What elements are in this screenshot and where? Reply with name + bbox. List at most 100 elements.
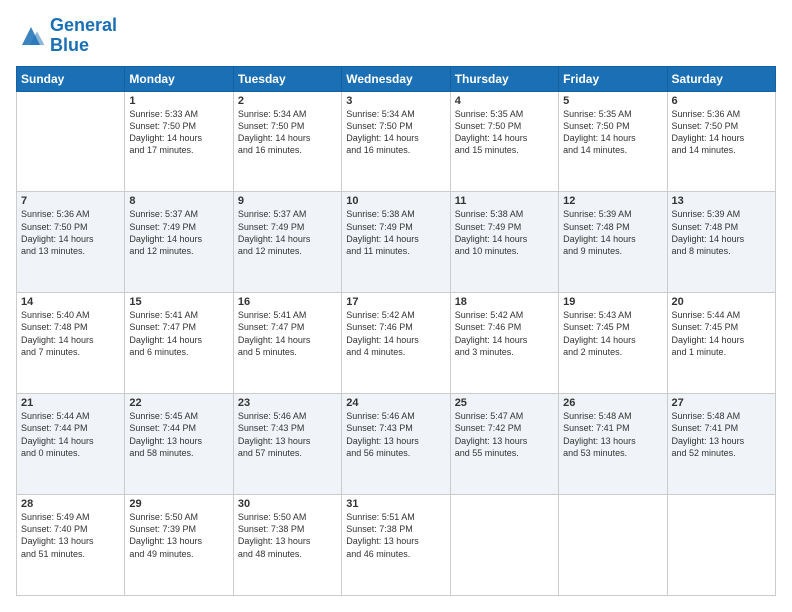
day-number: 31 bbox=[346, 498, 445, 510]
day-info: Sunrise: 5:35 AM Sunset: 7:50 PM Dayligh… bbox=[563, 108, 662, 157]
day-info: Sunrise: 5:37 AM Sunset: 7:49 PM Dayligh… bbox=[238, 208, 337, 257]
calendar-cell: 15Sunrise: 5:41 AM Sunset: 7:47 PM Dayli… bbox=[125, 293, 233, 394]
day-number: 11 bbox=[455, 195, 554, 207]
calendar-cell: 29Sunrise: 5:50 AM Sunset: 7:39 PM Dayli… bbox=[125, 495, 233, 596]
day-info: Sunrise: 5:36 AM Sunset: 7:50 PM Dayligh… bbox=[672, 108, 771, 157]
day-info: Sunrise: 5:42 AM Sunset: 7:46 PM Dayligh… bbox=[455, 309, 554, 358]
calendar-cell: 13Sunrise: 5:39 AM Sunset: 7:48 PM Dayli… bbox=[667, 192, 775, 293]
calendar-cell: 27Sunrise: 5:48 AM Sunset: 7:41 PM Dayli… bbox=[667, 394, 775, 495]
day-number: 6 bbox=[672, 95, 771, 107]
calendar-day-header: Friday bbox=[559, 66, 667, 91]
day-info: Sunrise: 5:39 AM Sunset: 7:48 PM Dayligh… bbox=[563, 208, 662, 257]
day-info: Sunrise: 5:37 AM Sunset: 7:49 PM Dayligh… bbox=[129, 208, 228, 257]
day-number: 22 bbox=[129, 397, 228, 409]
calendar-cell: 7Sunrise: 5:36 AM Sunset: 7:50 PM Daylig… bbox=[17, 192, 125, 293]
calendar-week-row: 7Sunrise: 5:36 AM Sunset: 7:50 PM Daylig… bbox=[17, 192, 776, 293]
page: General Blue SundayMondayTuesdayWednesda… bbox=[0, 0, 792, 612]
day-number: 16 bbox=[238, 296, 337, 308]
calendar-cell: 3Sunrise: 5:34 AM Sunset: 7:50 PM Daylig… bbox=[342, 91, 450, 192]
calendar-cell: 21Sunrise: 5:44 AM Sunset: 7:44 PM Dayli… bbox=[17, 394, 125, 495]
calendar-cell: 12Sunrise: 5:39 AM Sunset: 7:48 PM Dayli… bbox=[559, 192, 667, 293]
calendar-cell: 1Sunrise: 5:33 AM Sunset: 7:50 PM Daylig… bbox=[125, 91, 233, 192]
day-number: 25 bbox=[455, 397, 554, 409]
calendar-day-header: Saturday bbox=[667, 66, 775, 91]
calendar-cell: 26Sunrise: 5:48 AM Sunset: 7:41 PM Dayli… bbox=[559, 394, 667, 495]
calendar-cell: 2Sunrise: 5:34 AM Sunset: 7:50 PM Daylig… bbox=[233, 91, 341, 192]
calendar-day-header: Monday bbox=[125, 66, 233, 91]
day-info: Sunrise: 5:44 AM Sunset: 7:44 PM Dayligh… bbox=[21, 410, 120, 459]
calendar-cell bbox=[559, 495, 667, 596]
calendar-table: SundayMondayTuesdayWednesdayThursdayFrid… bbox=[16, 66, 776, 596]
day-info: Sunrise: 5:43 AM Sunset: 7:45 PM Dayligh… bbox=[563, 309, 662, 358]
day-info: Sunrise: 5:46 AM Sunset: 7:43 PM Dayligh… bbox=[238, 410, 337, 459]
day-info: Sunrise: 5:50 AM Sunset: 7:39 PM Dayligh… bbox=[129, 511, 228, 560]
calendar-header-row: SundayMondayTuesdayWednesdayThursdayFrid… bbox=[17, 66, 776, 91]
calendar-day-header: Wednesday bbox=[342, 66, 450, 91]
calendar-week-row: 1Sunrise: 5:33 AM Sunset: 7:50 PM Daylig… bbox=[17, 91, 776, 192]
calendar-cell: 18Sunrise: 5:42 AM Sunset: 7:46 PM Dayli… bbox=[450, 293, 558, 394]
day-info: Sunrise: 5:33 AM Sunset: 7:50 PM Dayligh… bbox=[129, 108, 228, 157]
day-info: Sunrise: 5:42 AM Sunset: 7:46 PM Dayligh… bbox=[346, 309, 445, 358]
day-number: 9 bbox=[238, 195, 337, 207]
day-number: 13 bbox=[672, 195, 771, 207]
calendar-cell: 30Sunrise: 5:50 AM Sunset: 7:38 PM Dayli… bbox=[233, 495, 341, 596]
calendar-cell: 10Sunrise: 5:38 AM Sunset: 7:49 PM Dayli… bbox=[342, 192, 450, 293]
calendar-cell: 28Sunrise: 5:49 AM Sunset: 7:40 PM Dayli… bbox=[17, 495, 125, 596]
day-info: Sunrise: 5:41 AM Sunset: 7:47 PM Dayligh… bbox=[129, 309, 228, 358]
day-number: 3 bbox=[346, 95, 445, 107]
day-number: 12 bbox=[563, 195, 662, 207]
day-info: Sunrise: 5:40 AM Sunset: 7:48 PM Dayligh… bbox=[21, 309, 120, 358]
day-number: 26 bbox=[563, 397, 662, 409]
day-info: Sunrise: 5:36 AM Sunset: 7:50 PM Dayligh… bbox=[21, 208, 120, 257]
day-info: Sunrise: 5:45 AM Sunset: 7:44 PM Dayligh… bbox=[129, 410, 228, 459]
day-number: 30 bbox=[238, 498, 337, 510]
calendar-cell: 6Sunrise: 5:36 AM Sunset: 7:50 PM Daylig… bbox=[667, 91, 775, 192]
calendar-cell: 9Sunrise: 5:37 AM Sunset: 7:49 PM Daylig… bbox=[233, 192, 341, 293]
day-info: Sunrise: 5:50 AM Sunset: 7:38 PM Dayligh… bbox=[238, 511, 337, 560]
day-info: Sunrise: 5:34 AM Sunset: 7:50 PM Dayligh… bbox=[238, 108, 337, 157]
day-info: Sunrise: 5:39 AM Sunset: 7:48 PM Dayligh… bbox=[672, 208, 771, 257]
day-info: Sunrise: 5:35 AM Sunset: 7:50 PM Dayligh… bbox=[455, 108, 554, 157]
day-number: 5 bbox=[563, 95, 662, 107]
day-number: 1 bbox=[129, 95, 228, 107]
day-number: 27 bbox=[672, 397, 771, 409]
day-number: 29 bbox=[129, 498, 228, 510]
calendar-cell bbox=[450, 495, 558, 596]
day-number: 17 bbox=[346, 296, 445, 308]
day-info: Sunrise: 5:41 AM Sunset: 7:47 PM Dayligh… bbox=[238, 309, 337, 358]
day-info: Sunrise: 5:34 AM Sunset: 7:50 PM Dayligh… bbox=[346, 108, 445, 157]
calendar-day-header: Sunday bbox=[17, 66, 125, 91]
calendar-cell: 24Sunrise: 5:46 AM Sunset: 7:43 PM Dayli… bbox=[342, 394, 450, 495]
day-number: 19 bbox=[563, 296, 662, 308]
day-number: 18 bbox=[455, 296, 554, 308]
calendar-cell: 23Sunrise: 5:46 AM Sunset: 7:43 PM Dayli… bbox=[233, 394, 341, 495]
calendar-cell: 16Sunrise: 5:41 AM Sunset: 7:47 PM Dayli… bbox=[233, 293, 341, 394]
day-info: Sunrise: 5:48 AM Sunset: 7:41 PM Dayligh… bbox=[563, 410, 662, 459]
calendar-cell: 25Sunrise: 5:47 AM Sunset: 7:42 PM Dayli… bbox=[450, 394, 558, 495]
day-info: Sunrise: 5:51 AM Sunset: 7:38 PM Dayligh… bbox=[346, 511, 445, 560]
calendar-cell: 4Sunrise: 5:35 AM Sunset: 7:50 PM Daylig… bbox=[450, 91, 558, 192]
day-number: 2 bbox=[238, 95, 337, 107]
day-number: 15 bbox=[129, 296, 228, 308]
day-number: 23 bbox=[238, 397, 337, 409]
calendar-week-row: 14Sunrise: 5:40 AM Sunset: 7:48 PM Dayli… bbox=[17, 293, 776, 394]
day-info: Sunrise: 5:44 AM Sunset: 7:45 PM Dayligh… bbox=[672, 309, 771, 358]
calendar-cell: 14Sunrise: 5:40 AM Sunset: 7:48 PM Dayli… bbox=[17, 293, 125, 394]
day-number: 8 bbox=[129, 195, 228, 207]
header: General Blue bbox=[16, 16, 776, 56]
calendar-cell bbox=[17, 91, 125, 192]
calendar-week-row: 28Sunrise: 5:49 AM Sunset: 7:40 PM Dayli… bbox=[17, 495, 776, 596]
calendar-week-row: 21Sunrise: 5:44 AM Sunset: 7:44 PM Dayli… bbox=[17, 394, 776, 495]
day-number: 20 bbox=[672, 296, 771, 308]
calendar-cell: 17Sunrise: 5:42 AM Sunset: 7:46 PM Dayli… bbox=[342, 293, 450, 394]
logo: General Blue bbox=[16, 16, 117, 56]
day-number: 4 bbox=[455, 95, 554, 107]
day-info: Sunrise: 5:49 AM Sunset: 7:40 PM Dayligh… bbox=[21, 511, 120, 560]
day-number: 10 bbox=[346, 195, 445, 207]
day-number: 21 bbox=[21, 397, 120, 409]
day-info: Sunrise: 5:38 AM Sunset: 7:49 PM Dayligh… bbox=[455, 208, 554, 257]
day-info: Sunrise: 5:38 AM Sunset: 7:49 PM Dayligh… bbox=[346, 208, 445, 257]
calendar-cell: 31Sunrise: 5:51 AM Sunset: 7:38 PM Dayli… bbox=[342, 495, 450, 596]
day-info: Sunrise: 5:48 AM Sunset: 7:41 PM Dayligh… bbox=[672, 410, 771, 459]
calendar-cell bbox=[667, 495, 775, 596]
